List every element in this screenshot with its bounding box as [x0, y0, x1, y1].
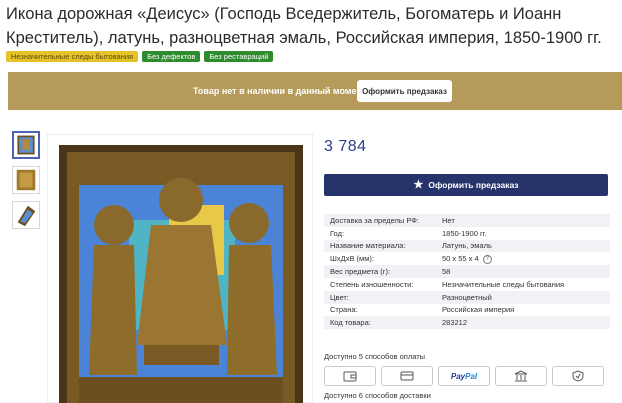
payment-bank[interactable]	[495, 366, 547, 386]
spec-value: 1850-1900 гг.	[442, 228, 487, 238]
product-image[interactable]	[47, 134, 313, 403]
star-icon: ★	[413, 178, 424, 191]
spec-row: ШхДхВ (мм): 50 х 55 х 4?	[324, 252, 610, 265]
tag-wear: Незначительные следы бытования	[6, 51, 139, 62]
price: 3 784	[324, 138, 367, 155]
spec-row: Вес предмета (г): 58	[324, 265, 610, 278]
spec-key: Год:	[330, 228, 345, 238]
spec-key: Степень изношенности:	[330, 279, 414, 289]
out-of-stock-banner: Товар нет в наличии в данный момент. Офо…	[8, 72, 622, 110]
spec-key: Доставка за пределы РФ:	[324, 214, 436, 227]
delivery-methods-label: Доступно 6 способов доставки	[324, 391, 431, 400]
dimensions-value: 50 х 55 х 4	[442, 254, 479, 264]
spec-key: Вес предмета (г):	[324, 265, 436, 278]
spec-value: Нет	[436, 214, 610, 227]
preorder-banner-button[interactable]: Оформить предзаказ	[357, 80, 452, 102]
payment-secure[interactable]	[552, 366, 604, 386]
spec-row: Цвет: Разноцветный	[324, 290, 610, 304]
spec-row: Степень изношенности: Незначительные след…	[324, 278, 610, 291]
preorder-button[interactable]: ★ Оформить предзаказ	[324, 174, 608, 196]
spec-value: 283212	[436, 316, 610, 330]
specs-table: Доставка за пределы РФ: Нет Год: 1850-1900…	[324, 214, 610, 330]
spec-row: Год: 1850-1900 гг.	[324, 227, 610, 240]
payment-paypal[interactable]: PayPal	[438, 366, 490, 386]
bank-icon	[514, 370, 528, 382]
wallet-icon	[343, 371, 357, 382]
payment-wallet[interactable]	[324, 366, 376, 386]
tag-no-restoration: Без реставраций	[204, 51, 274, 62]
spec-value: 50 х 55 х 4?	[436, 252, 610, 265]
spec-value: Незначительные следы бытования	[442, 279, 565, 289]
spec-row: Доставка за пределы РФ: Нет	[324, 214, 610, 227]
spec-value: Российская империя	[442, 305, 515, 315]
product-title: Икона дорожная «Деисус» (Господь Вседерж…	[6, 5, 602, 47]
spec-key: Название материала:	[324, 239, 436, 253]
thumbnail-side[interactable]	[12, 201, 40, 229]
tag-no-defects: Без дефектов	[142, 51, 201, 62]
spec-value: Латунь, эмаль	[436, 239, 610, 253]
spec-row: Код товара: 283212	[324, 316, 610, 330]
spec-key: Страна:	[330, 305, 358, 315]
shield-icon	[572, 370, 584, 382]
payment-methods-label: Доступно 5 способов оплаты	[324, 352, 426, 361]
thumbnail-back[interactable]	[12, 166, 40, 194]
spec-key: ШхДхВ (мм):	[330, 254, 374, 264]
condition-tags: Незначительные следы бытования Без дефек…	[6, 51, 274, 62]
payment-card[interactable]	[381, 366, 433, 386]
help-icon[interactable]: ?	[482, 254, 492, 264]
preorder-button-label: Оформить предзаказ	[428, 180, 519, 190]
thumbnail-front[interactable]	[12, 131, 40, 159]
spec-value: 58	[436, 265, 610, 278]
spec-key: Цвет:	[324, 290, 436, 304]
spec-value: Разноцветный	[436, 290, 610, 304]
payment-methods: PayPal	[324, 366, 604, 386]
spec-key: Код товара:	[324, 316, 436, 330]
icon-photo	[59, 145, 303, 403]
paypal-logo: PayPal	[450, 371, 478, 381]
out-of-stock-text: Товар нет в наличии в данный момент.	[193, 86, 369, 96]
spec-row: Название материала: Латунь, эмаль	[324, 239, 610, 253]
card-icon	[400, 371, 414, 381]
spec-row: Страна: Российская империя	[324, 304, 610, 317]
